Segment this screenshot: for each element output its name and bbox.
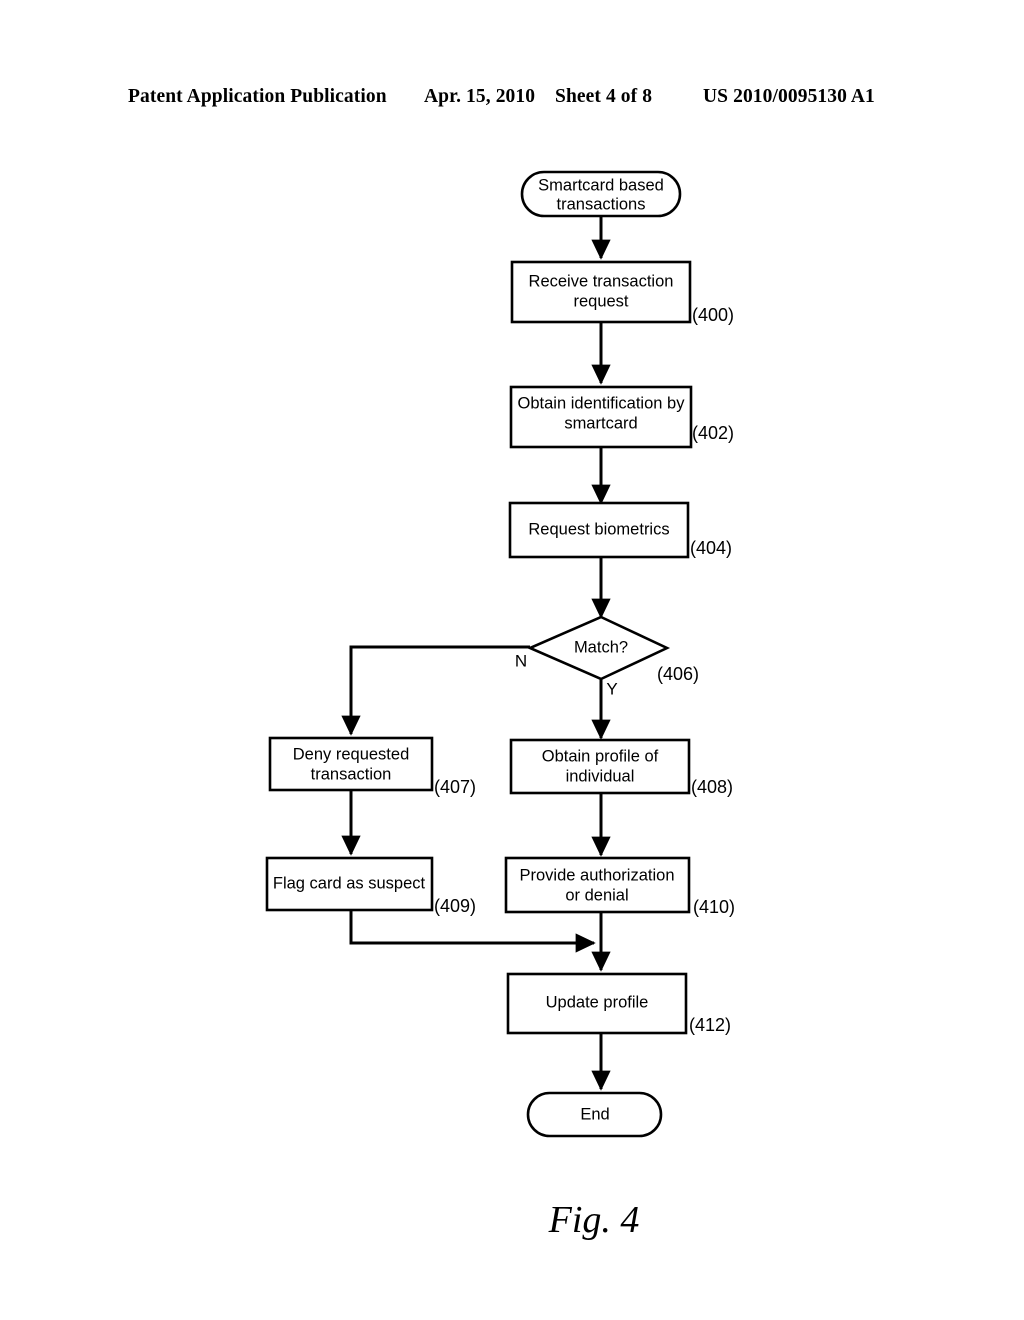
node-408-reference-number: (408)	[691, 777, 733, 797]
node-obtain-identification-by-smartcard: Obtain identification by smartcard (402)	[509, 385, 734, 449]
node-410-label-line2: or denial	[565, 886, 628, 904]
start-terminator-label-line2: transactions	[557, 195, 646, 213]
node-provide-authorization-or-denial: Provide authorization or denial (410)	[504, 856, 735, 917]
node-402-label-line2: smartcard	[564, 414, 637, 432]
node-match-decision: Match? (406) N Y	[515, 615, 699, 698]
node-deny-requested-transaction: Deny requested transaction (407)	[268, 736, 476, 797]
node-412-reference-number: (412)	[689, 1015, 731, 1035]
branch-label-yes: Y	[606, 679, 617, 698]
node-request-biometrics: Request biometrics (404)	[508, 501, 732, 559]
node-400-label-line2: request	[573, 292, 628, 310]
connector-406-no-to-407	[341, 645, 530, 736]
node-407-label-line1: Deny requested	[293, 745, 410, 763]
node-flag-card-as-suspect: Flag card as suspect (409)	[265, 856, 476, 916]
node-410-reference-number: (410)	[693, 897, 735, 917]
node-obtain-profile-of-individual: Obtain profile of individual (408)	[509, 738, 733, 797]
node-receive-transaction-request: Receive transaction request (400)	[510, 260, 734, 325]
figure-caption: Fig. 4	[548, 1199, 640, 1241]
node-start-terminator: Smartcard based transactions	[520, 170, 682, 218]
start-terminator-label-line1: Smartcard based	[538, 176, 664, 194]
node-409-reference-number: (409)	[434, 896, 476, 916]
node-409-label-line1: Flag card as suspect	[273, 874, 426, 892]
node-404-label-line1: Request biometrics	[528, 520, 669, 538]
node-402-label-line1: Obtain identification by	[518, 394, 686, 412]
node-407-label-line2: transaction	[311, 765, 392, 783]
node-update-profile: Update profile (412)	[506, 972, 731, 1035]
flowchart-figure: Smartcard based transactions Receive tra…	[265, 170, 735, 1241]
node-406-label: Match?	[574, 638, 628, 656]
node-408-label-line2: individual	[566, 767, 635, 785]
node-400-label-line1: Receive transaction	[529, 272, 674, 290]
node-402-reference-number: (402)	[692, 423, 734, 443]
node-410-label-line1: Provide authorization	[519, 866, 674, 884]
node-404-reference-number: (404)	[690, 538, 732, 558]
node-end-terminator: End	[526, 1091, 663, 1138]
end-terminator-label: End	[580, 1105, 609, 1123]
node-406-reference-number: (406)	[657, 664, 699, 684]
node-412-label-line1: Update profile	[546, 993, 649, 1011]
node-408-label-line1: Obtain profile of	[542, 747, 659, 765]
branch-label-no: N	[515, 651, 527, 670]
node-407-reference-number: (407)	[434, 777, 476, 797]
node-400-reference-number: (400)	[692, 305, 734, 325]
